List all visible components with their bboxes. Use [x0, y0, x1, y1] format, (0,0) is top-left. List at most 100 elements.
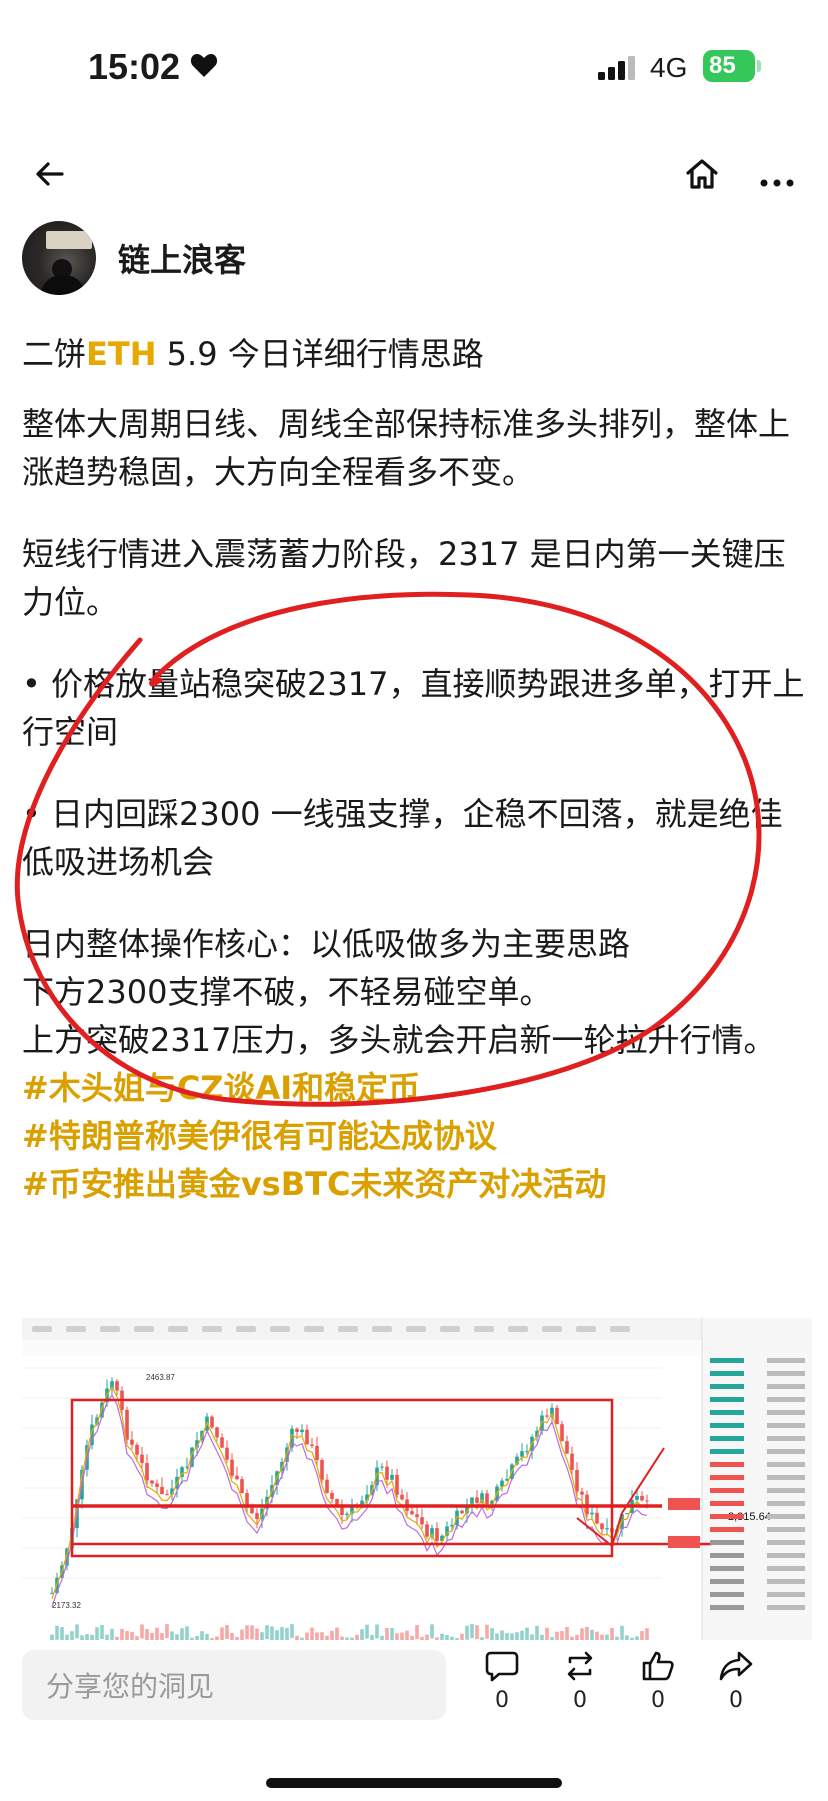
- signal-icon: [598, 56, 638, 84]
- volume-bar: [475, 1625, 479, 1640]
- comment-button[interactable]: 0: [472, 1650, 532, 1713]
- candle-body: [640, 1495, 644, 1501]
- volume-bar: [565, 1626, 569, 1641]
- orderbook-row: [767, 1358, 805, 1363]
- home-indicator: [266, 1778, 562, 1788]
- candle-body: [220, 1437, 224, 1448]
- candle-body: [145, 1463, 149, 1481]
- bullet-item: • 价格放量站稳突破2317，直接顺势跟进多单，打开上行空间: [22, 665, 805, 751]
- orderbook-row: [710, 1449, 744, 1454]
- chart-toolbar-item: [134, 1326, 154, 1332]
- chart-toolbar-item: [508, 1326, 528, 1332]
- candle-body: [225, 1447, 229, 1460]
- candle-body: [590, 1512, 594, 1515]
- candle-body: [520, 1451, 524, 1457]
- chart-toolbar-item: [236, 1326, 256, 1332]
- chart-toolbar-item: [100, 1326, 120, 1332]
- hashtag-link[interactable]: #木头姐与CZ谈AI和稳定币: [22, 1064, 812, 1112]
- volume-bar: [60, 1627, 64, 1642]
- repost-button[interactable]: 0: [550, 1650, 610, 1713]
- heart-icon: [190, 52, 218, 82]
- candle-body: [160, 1486, 164, 1495]
- candle-body: [305, 1429, 309, 1445]
- chart-toolbar-item: [440, 1326, 460, 1332]
- share-button[interactable]: 0: [706, 1650, 766, 1713]
- orderbook-row: [767, 1566, 805, 1571]
- status-bar: 15:02 4G 85: [0, 0, 828, 130]
- candle-body: [625, 1513, 629, 1515]
- eth-ticker-link[interactable]: ETH: [86, 335, 156, 373]
- hashtag-link[interactable]: #币安推出黄金vsBTC未来资产对决活动: [22, 1160, 812, 1208]
- battery-tip: [757, 60, 761, 72]
- candle-body: [345, 1513, 349, 1516]
- candle-body: [315, 1445, 319, 1460]
- home-icon[interactable]: [684, 156, 720, 196]
- bullet-item: • 日内回踩2300 一线强支撑，企稳不回落，就是绝佳低吸进场机会: [22, 795, 783, 881]
- candle-body: [115, 1381, 119, 1391]
- chart-toolbar-item: [66, 1326, 86, 1332]
- chart-toolbar-item: [610, 1326, 630, 1332]
- volume-bar: [55, 1625, 59, 1640]
- orderbook-row: [767, 1605, 805, 1610]
- orderbook-row: [767, 1579, 805, 1584]
- candle-body: [240, 1479, 244, 1494]
- candle-body: [230, 1459, 234, 1476]
- volume-bar: [470, 1624, 474, 1639]
- candle-body: [645, 1500, 649, 1502]
- volume-bar: [280, 1627, 284, 1642]
- volume-bar: [100, 1625, 104, 1640]
- candle-body: [565, 1441, 569, 1454]
- chart-toolbar-item: [372, 1326, 392, 1332]
- candle-body: [135, 1444, 139, 1455]
- candle-body: [390, 1474, 394, 1480]
- post-paragraph: 整体大周期日线、周线全部保持标准多头排列，整体上涨趋势稳固，大方向全程看多不变。: [22, 405, 791, 491]
- volume-bar: [245, 1625, 249, 1640]
- volume-bar: [620, 1625, 624, 1640]
- orderbook-row: [710, 1501, 744, 1506]
- like-button[interactable]: 0: [628, 1650, 688, 1713]
- candle-body: [410, 1511, 414, 1515]
- hashtag-link[interactable]: #特朗普称美伊很有可能达成协议: [22, 1112, 812, 1160]
- candle-body: [130, 1439, 134, 1445]
- candle-body: [335, 1498, 339, 1506]
- orderbook-row: [767, 1384, 805, 1389]
- comment-input[interactable]: 分享您的洞见: [22, 1650, 446, 1720]
- candle-body: [635, 1495, 639, 1500]
- chart-toolbar-item: [474, 1326, 494, 1332]
- volume-bar: [290, 1624, 294, 1639]
- volume-bar: [535, 1625, 539, 1640]
- volume-bar: [225, 1624, 229, 1639]
- orderbook-row: [767, 1488, 805, 1493]
- chart-toolbar-item: [270, 1326, 290, 1332]
- orderbook-row: [710, 1488, 744, 1493]
- candle-body: [545, 1415, 549, 1417]
- author-header[interactable]: 链上浪客: [22, 218, 246, 298]
- candle-body: [380, 1466, 384, 1468]
- orderbook-row: [710, 1514, 744, 1519]
- network-type: 4G: [650, 52, 688, 83]
- orderbook-row: [710, 1462, 744, 1467]
- candle-body: [295, 1428, 299, 1432]
- orderbook-row: [767, 1540, 805, 1545]
- avatar[interactable]: [22, 221, 96, 295]
- orderbook-row: [710, 1397, 744, 1402]
- battery-level: 85: [709, 52, 736, 79]
- candle-body: [435, 1528, 439, 1541]
- volume-bar: [265, 1625, 269, 1640]
- candle-body: [605, 1528, 609, 1530]
- like-count: 0: [651, 1688, 665, 1713]
- post-paragraph: 日内整体操作核心：以低吸做多为主要思路: [22, 925, 631, 963]
- chart-toolbar-item: [32, 1326, 52, 1332]
- candle-body: [415, 1514, 419, 1518]
- candle-body: [150, 1480, 154, 1484]
- candle-body: [595, 1512, 599, 1524]
- volume-bar: [485, 1624, 489, 1639]
- repost-count: 0: [573, 1688, 587, 1713]
- orderbook-row: [767, 1592, 805, 1597]
- chart-image[interactable]: 2,315.64 2463.87 2173.32: [22, 1318, 812, 1648]
- more-options-icon[interactable]: [760, 172, 794, 191]
- author-name[interactable]: 链上浪客: [118, 235, 246, 281]
- back-arrow-icon[interactable]: [34, 158, 66, 194]
- candle-body: [255, 1513, 259, 1520]
- high-price-label: 2463.87: [146, 1373, 175, 1382]
